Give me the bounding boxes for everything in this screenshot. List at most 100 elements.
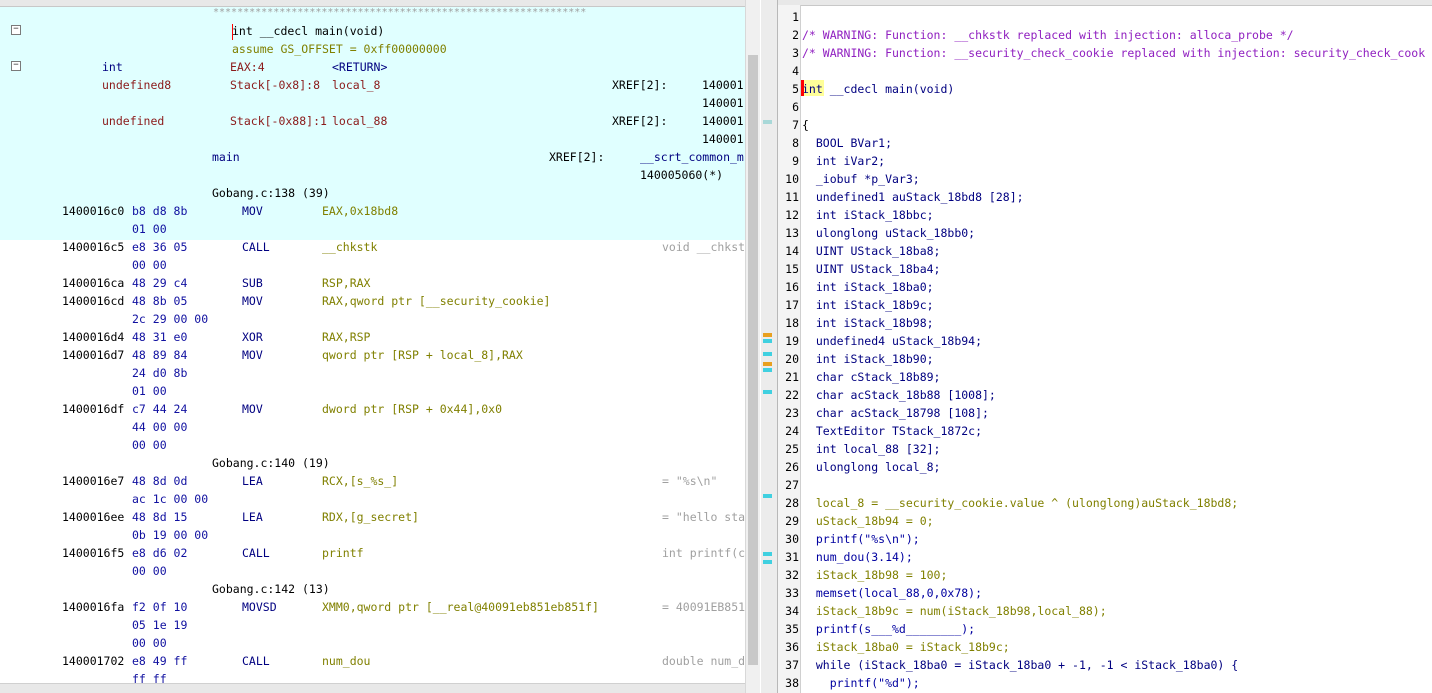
instruction-operands[interactable]: __chkstk — [322, 238, 377, 256]
instruction-address[interactable]: 140001702 — [62, 652, 124, 670]
code-text[interactable]: _iobuf *p_Var3; — [802, 170, 920, 188]
code-line[interactable]: 31 num_dou(3.14); — [778, 548, 1432, 566]
code-line[interactable]: 21 char cStack_18b89; — [778, 368, 1432, 386]
code-line[interactable]: 5 int __cdecl main(void) — [778, 80, 1432, 98]
instruction-mnemonic[interactable]: MOV — [242, 292, 263, 310]
code-text[interactable]: iStack_18b9c = num(iStack_18b98,local_88… — [802, 602, 1107, 620]
overview-marker[interactable] — [763, 390, 772, 394]
code-line[interactable]: 15 UINT UStack_18ba4; — [778, 260, 1432, 278]
overview-marker[interactable] — [763, 339, 772, 343]
overview-marker[interactable] — [763, 352, 772, 356]
code-text[interactable]: num_dou(3.14); — [802, 548, 913, 566]
code-line[interactable]: 22 char acStack_18b88 [1008]; — [778, 386, 1432, 404]
overview-marker[interactable] — [763, 333, 772, 337]
code-text[interactable]: /* WARNING: Function: __chkstk replaced … — [802, 26, 1294, 44]
code-line[interactable]: 3/* WARNING: Function: __security_check_… — [778, 44, 1432, 62]
instruction-mnemonic[interactable]: XOR — [242, 328, 263, 346]
instruction-operands[interactable]: qword ptr [RSP + local_8],RAX — [322, 346, 523, 364]
xref-reference[interactable]: 140005060(*) — [640, 166, 723, 184]
instruction-operands[interactable]: RAX,RSP — [322, 328, 370, 346]
instruction-mnemonic[interactable]: CALL — [242, 544, 270, 562]
code-line[interactable]: 36 iStack_18ba0 = iStack_18b9c; — [778, 638, 1432, 656]
code-text[interactable]: iStack_18b98 = 100; — [802, 566, 948, 584]
code-text[interactable]: TextEditor TStack_1872c; — [802, 422, 982, 440]
param-name[interactable]: local_8 — [332, 76, 380, 94]
code-text[interactable]: undefined4 uStack_18b94; — [802, 332, 982, 350]
code-line[interactable]: 34 iStack_18b9c = num(iStack_18b98,local… — [778, 602, 1432, 620]
instruction-address[interactable]: 1400016cd — [62, 292, 124, 310]
code-text[interactable]: iStack_18ba0 = iStack_18b9c; — [802, 638, 1010, 656]
code-text[interactable]: /* WARNING: Function: __security_check_c… — [802, 44, 1425, 62]
instruction-address[interactable]: 1400016e7 — [62, 472, 124, 490]
code-line[interactable]: 12 int iStack_18bbc; — [778, 206, 1432, 224]
instruction-address[interactable]: 1400016ee — [62, 508, 124, 526]
code-line[interactable]: 35 printf(s___%d________); — [778, 620, 1432, 638]
code-text[interactable]: char acStack_18798 [108]; — [802, 404, 989, 422]
code-text[interactable]: int iStack_18b90; — [802, 350, 934, 368]
instruction-operands[interactable]: RDX,[g_secret] — [322, 508, 419, 526]
code-text[interactable]: int iStack_18bbc; — [802, 206, 934, 224]
instruction-address[interactable]: 1400016ca — [62, 274, 124, 292]
code-line[interactable]: 14 UINT UStack_18ba8; — [778, 242, 1432, 260]
overview-marker[interactable] — [763, 368, 772, 372]
code-text[interactable]: int iStack_18b9c; — [802, 296, 934, 314]
fold-toggle-icon[interactable]: − — [11, 25, 21, 35]
overview-marker[interactable] — [763, 560, 772, 564]
code-line[interactable]: 26 ulonglong local_8; — [778, 458, 1432, 476]
code-line[interactable]: 11 undefined1 auStack_18bd8 [28]; — [778, 188, 1432, 206]
code-text[interactable]: char acStack_18b88 [1008]; — [802, 386, 996, 404]
code-line[interactable]: 6 — [778, 98, 1432, 116]
instruction-mnemonic[interactable]: MOVSD — [242, 598, 277, 616]
code-text[interactable]: ulonglong local_8; — [802, 458, 941, 476]
code-text[interactable]: int __cdecl main(void) — [802, 80, 954, 98]
code-line[interactable]: 29 uStack_18b94 = 0; — [778, 512, 1432, 530]
code-text[interactable]: int iStack_18b98; — [802, 314, 934, 332]
instruction-address[interactable]: 1400016d7 — [62, 346, 124, 364]
function-label[interactable]: main — [212, 148, 240, 166]
instruction-address[interactable]: 1400016c0 — [62, 202, 124, 220]
code-line[interactable]: 25 int local_88 [32]; — [778, 440, 1432, 458]
instruction-operands[interactable]: RSP,RAX — [322, 274, 370, 292]
code-line[interactable]: 32 iStack_18b98 = 100; — [778, 566, 1432, 584]
code-line[interactable]: 19 undefined4 uStack_18b94; — [778, 332, 1432, 350]
xref-reference[interactable]: 140001 — [702, 130, 744, 148]
code-text[interactable]: while (iStack_18ba0 = iStack_18ba0 + -1,… — [802, 656, 1238, 674]
code-text[interactable]: BOOL BVar1; — [802, 134, 892, 152]
code-text[interactable]: memset(local_88,0,0x78); — [802, 584, 982, 602]
code-text[interactable]: printf(s___%d________); — [802, 620, 975, 638]
code-line[interactable]: 4 — [778, 62, 1432, 80]
code-line[interactable]: 28 local_8 = __security_cookie.value ^ (… — [778, 494, 1432, 512]
code-line[interactable]: 24 TextEditor TStack_1872c; — [778, 422, 1432, 440]
code-line[interactable]: 7{ — [778, 116, 1432, 134]
code-line[interactable]: 37 while (iStack_18ba0 = iStack_18ba0 + … — [778, 656, 1432, 674]
instruction-operands[interactable]: RCX,[s_%s_] — [322, 472, 398, 490]
xref-reference[interactable]: 140001 — [702, 112, 744, 130]
code-line[interactable]: 27 — [778, 476, 1432, 494]
code-text[interactable]: int iVar2; — [802, 152, 885, 170]
code-text[interactable]: { — [802, 116, 809, 134]
code-line[interactable]: 18 int iStack_18b98; — [778, 314, 1432, 332]
instruction-operands[interactable]: RAX,qword ptr [__security_cookie] — [322, 292, 550, 310]
code-text[interactable]: undefined1 auStack_18bd8 [28]; — [802, 188, 1024, 206]
instruction-mnemonic[interactable]: LEA — [242, 508, 263, 526]
code-text[interactable]: UINT UStack_18ba8; — [802, 242, 941, 260]
param-name[interactable]: local_88 — [332, 112, 387, 130]
overview-marker[interactable] — [763, 494, 772, 498]
code-line[interactable]: 20 int iStack_18b90; — [778, 350, 1432, 368]
code-line[interactable]: 9 int iVar2; — [778, 152, 1432, 170]
listing-horizontal-scrollbar[interactable] — [0, 683, 745, 693]
code-text[interactable]: ulonglong uStack_18bb0; — [802, 224, 975, 242]
instruction-operands[interactable]: dword ptr [RSP + 0x44],0x0 — [322, 400, 502, 418]
overview-marker-bar[interactable] — [761, 0, 778, 693]
instruction-mnemonic[interactable]: MOV — [242, 202, 263, 220]
code-text[interactable]: int local_88 [32]; — [802, 440, 941, 458]
function-signature[interactable]: int __cdecl main(void) — [232, 22, 384, 40]
overview-marker[interactable] — [763, 552, 772, 556]
code-line[interactable]: 38 printf("%d"); — [778, 674, 1432, 692]
listing-scrollbar[interactable] — [745, 0, 760, 693]
code-line[interactable]: 13 ulonglong uStack_18bb0; — [778, 224, 1432, 242]
instruction-mnemonic[interactable]: MOV — [242, 400, 263, 418]
instruction-operands[interactable]: EAX,0x18bd8 — [322, 202, 398, 220]
instruction-mnemonic[interactable]: CALL — [242, 238, 270, 256]
instruction-address[interactable]: 1400016d4 — [62, 328, 124, 346]
